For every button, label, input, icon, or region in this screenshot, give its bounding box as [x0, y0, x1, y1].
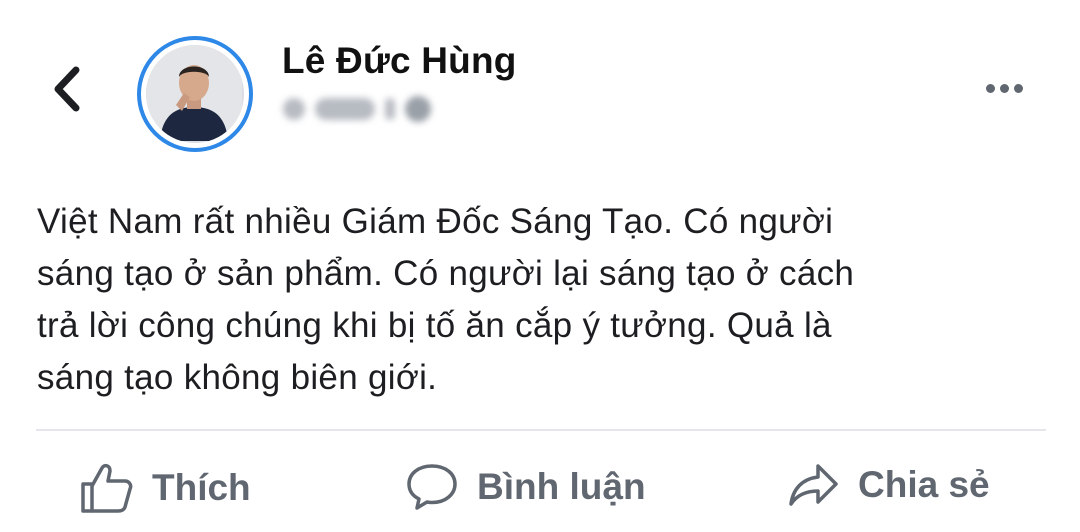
post-text-line: sáng tạo ở sản phẩm. Có người lại sáng t…	[37, 254, 855, 293]
thumbs-up-icon	[81, 463, 133, 513]
like-label: Thích	[152, 467, 251, 508]
globe-icon	[405, 96, 431, 122]
person-photo-icon	[146, 45, 242, 141]
post-text-line: trả lời công chúng khi bị tố ăn cắp ý tư…	[37, 306, 832, 345]
post-meta-blurred	[283, 96, 431, 122]
avatar-photo	[146, 45, 244, 143]
chevron-left-icon	[54, 66, 80, 112]
comment-bubble-icon	[407, 464, 457, 510]
more-options-button[interactable]	[986, 84, 1023, 93]
like-button[interactable]: Thích	[80, 462, 251, 514]
post-text: Việt Nam rất nhiều Giám Đốc Sáng Tạo. Có…	[37, 196, 1047, 404]
share-arrow-icon	[789, 464, 838, 506]
share-button[interactable]: Chia sẻ	[788, 462, 990, 508]
action-bar: Thích Bình luận Chia sẻ	[0, 432, 1080, 532]
comment-button[interactable]: Bình luận	[405, 462, 646, 512]
post-text-line: Việt Nam rất nhiều Giám Đốc Sáng Tạo. Có…	[37, 202, 834, 241]
avatar[interactable]	[137, 36, 253, 152]
more-horizontal-icon	[986, 84, 995, 93]
post-text-line: sáng tạo không biên giới.	[37, 358, 438, 397]
author-name[interactable]: Lê Đức Hùng	[282, 40, 517, 82]
comment-label: Bình luận	[477, 466, 646, 507]
back-button[interactable]	[46, 62, 90, 116]
share-label: Chia sẻ	[858, 464, 990, 505]
divider	[36, 429, 1046, 431]
post-header: Lê Đức Hùng	[0, 0, 1080, 170]
